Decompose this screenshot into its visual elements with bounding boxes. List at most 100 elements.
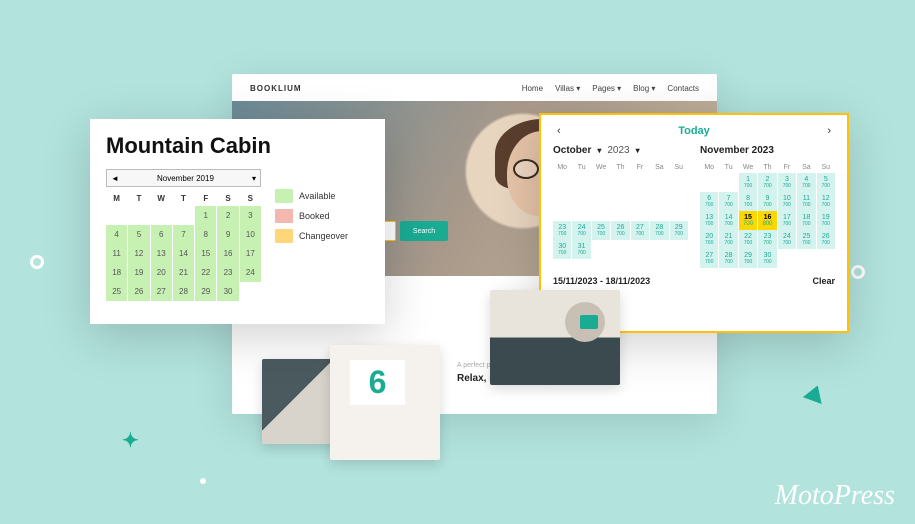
legend-available: Available [275, 189, 348, 203]
prev-month-arrow[interactable]: ‹ [553, 125, 565, 137]
picker-day [670, 240, 688, 259]
picker-day[interactable]: 17700 [778, 211, 796, 230]
picker-day[interactable]: 13700 [700, 211, 718, 230]
calendar-day [173, 206, 194, 225]
picker-day[interactable]: 23700 [553, 221, 571, 240]
calendar-day[interactable]: 10 [240, 225, 261, 244]
calendar-day[interactable]: 13 [151, 244, 172, 263]
picker-day[interactable]: 23700 [758, 230, 776, 249]
calendar-day[interactable]: 14 [173, 244, 194, 263]
picker-day[interactable]: 10700 [778, 192, 796, 211]
picker-day[interactable]: 30700 [553, 240, 571, 259]
gallery-photo-art: 6 [330, 345, 440, 460]
calendar-day[interactable]: 20 [151, 263, 172, 282]
calendar-day[interactable]: 1 [195, 206, 216, 225]
picker-day [592, 240, 610, 259]
picker-day[interactable]: 12700 [817, 192, 835, 211]
month-a-label: October [553, 145, 591, 156]
picker-day[interactable]: 9700 [758, 192, 776, 211]
picker-day[interactable]: 16800 [758, 211, 776, 230]
nav-villas[interactable]: Villas ▾ [555, 84, 580, 93]
calendar-day[interactable]: 8 [195, 225, 216, 244]
calendar-day[interactable]: 19 [128, 263, 149, 282]
site-logo: BOOKLIUM [250, 84, 302, 93]
picker-day[interactable]: 24700 [778, 230, 796, 249]
calendar-day [128, 206, 149, 225]
site-nav: Home Villas ▾ Pages ▾ Blog ▾ Contacts [522, 84, 699, 93]
picker-day [700, 173, 718, 192]
month-b-label: November 2023 [700, 145, 835, 156]
calendar-day[interactable]: 4 [106, 225, 127, 244]
calendar-day[interactable]: 7 [173, 225, 194, 244]
picker-day[interactable]: 8700 [739, 192, 757, 211]
calendar-day[interactable]: 28 [173, 282, 194, 301]
picker-day[interactable]: 2700 [758, 173, 776, 192]
picker-day[interactable]: 6700 [700, 192, 718, 211]
search-button[interactable]: Search [400, 221, 448, 241]
calendar-day[interactable]: 21 [173, 263, 194, 282]
calendar-day[interactable]: 24 [240, 263, 261, 282]
picker-day[interactable]: 26700 [817, 230, 835, 249]
picker-day[interactable]: 11700 [797, 192, 815, 211]
picker-day[interactable]: 25700 [797, 230, 815, 249]
nav-blog[interactable]: Blog ▾ [633, 84, 655, 93]
picker-day[interactable]: 20700 [700, 230, 718, 249]
nav-home[interactable]: Home [522, 84, 543, 93]
calendar-day[interactable]: 11 [106, 244, 127, 263]
picker-day[interactable]: 3700 [778, 173, 796, 192]
picker-day[interactable]: 26700 [611, 221, 629, 240]
picker-day [719, 173, 737, 192]
picker-day [611, 240, 629, 259]
legend-booked: Booked [275, 209, 348, 223]
picker-day[interactable]: 31700 [572, 240, 590, 259]
calendar-day [151, 206, 172, 225]
next-month-arrow[interactable]: › [823, 125, 835, 137]
calendar-day[interactable]: 25 [106, 282, 127, 301]
month-select[interactable]: ◄November 2019▾ [106, 169, 261, 187]
picker-day[interactable]: 19700 [817, 211, 835, 230]
picker-day[interactable]: 22700 [739, 230, 757, 249]
picker-day [817, 249, 835, 268]
picker-day[interactable]: 4700 [797, 173, 815, 192]
picker-day[interactable]: 18700 [797, 211, 815, 230]
picker-day[interactable]: 27700 [700, 249, 718, 268]
calendar-day[interactable]: 12 [128, 244, 149, 263]
calendar-day[interactable]: 15 [195, 244, 216, 263]
calendar-day[interactable]: 9 [217, 225, 238, 244]
calendar-day[interactable]: 29 [195, 282, 216, 301]
calendar-day[interactable]: 27 [151, 282, 172, 301]
nav-pages[interactable]: Pages ▾ [592, 84, 621, 93]
picker-day[interactable]: 15700 [739, 211, 757, 230]
picker-day[interactable]: 28700 [719, 249, 737, 268]
clear-button[interactable]: Clear [812, 276, 835, 286]
picker-day[interactable]: 21700 [719, 230, 737, 249]
nav-contacts[interactable]: Contacts [667, 84, 699, 93]
calendar-day[interactable]: 18 [106, 263, 127, 282]
calendar-day[interactable]: 26 [128, 282, 149, 301]
calendar-day[interactable]: 5 [128, 225, 149, 244]
calendar-day[interactable]: 16 [217, 244, 238, 263]
brand-watermark: MotoPress [775, 480, 895, 512]
picker-day[interactable]: 30700 [758, 249, 776, 268]
legend-changeover: Changeover [275, 229, 348, 243]
picker-day[interactable]: 29700 [739, 249, 757, 268]
picker-day[interactable]: 29700 [670, 221, 688, 240]
calendar-day[interactable]: 22 [195, 263, 216, 282]
selected-range: 15/11/2023 - 18/11/2023 [553, 276, 650, 286]
picker-day[interactable]: 14700 [719, 211, 737, 230]
calendar-day[interactable]: 17 [240, 244, 261, 263]
calendar-day[interactable]: 2 [217, 206, 238, 225]
calendar-day[interactable]: 30 [217, 282, 238, 301]
calendar-day[interactable]: 3 [240, 206, 261, 225]
picker-day[interactable]: 1700 [739, 173, 757, 192]
picker-day[interactable]: 24700 [572, 221, 590, 240]
picker-day[interactable]: 27700 [631, 221, 649, 240]
picker-day[interactable]: 7700 [719, 192, 737, 211]
calendar-day[interactable]: 23 [217, 263, 238, 282]
today-button[interactable]: Today [678, 125, 710, 137]
calendar-day[interactable]: 6 [151, 225, 172, 244]
picker-day[interactable]: 28700 [650, 221, 668, 240]
picker-day [797, 249, 815, 268]
picker-day[interactable]: 25700 [592, 221, 610, 240]
picker-day[interactable]: 5700 [817, 173, 835, 192]
